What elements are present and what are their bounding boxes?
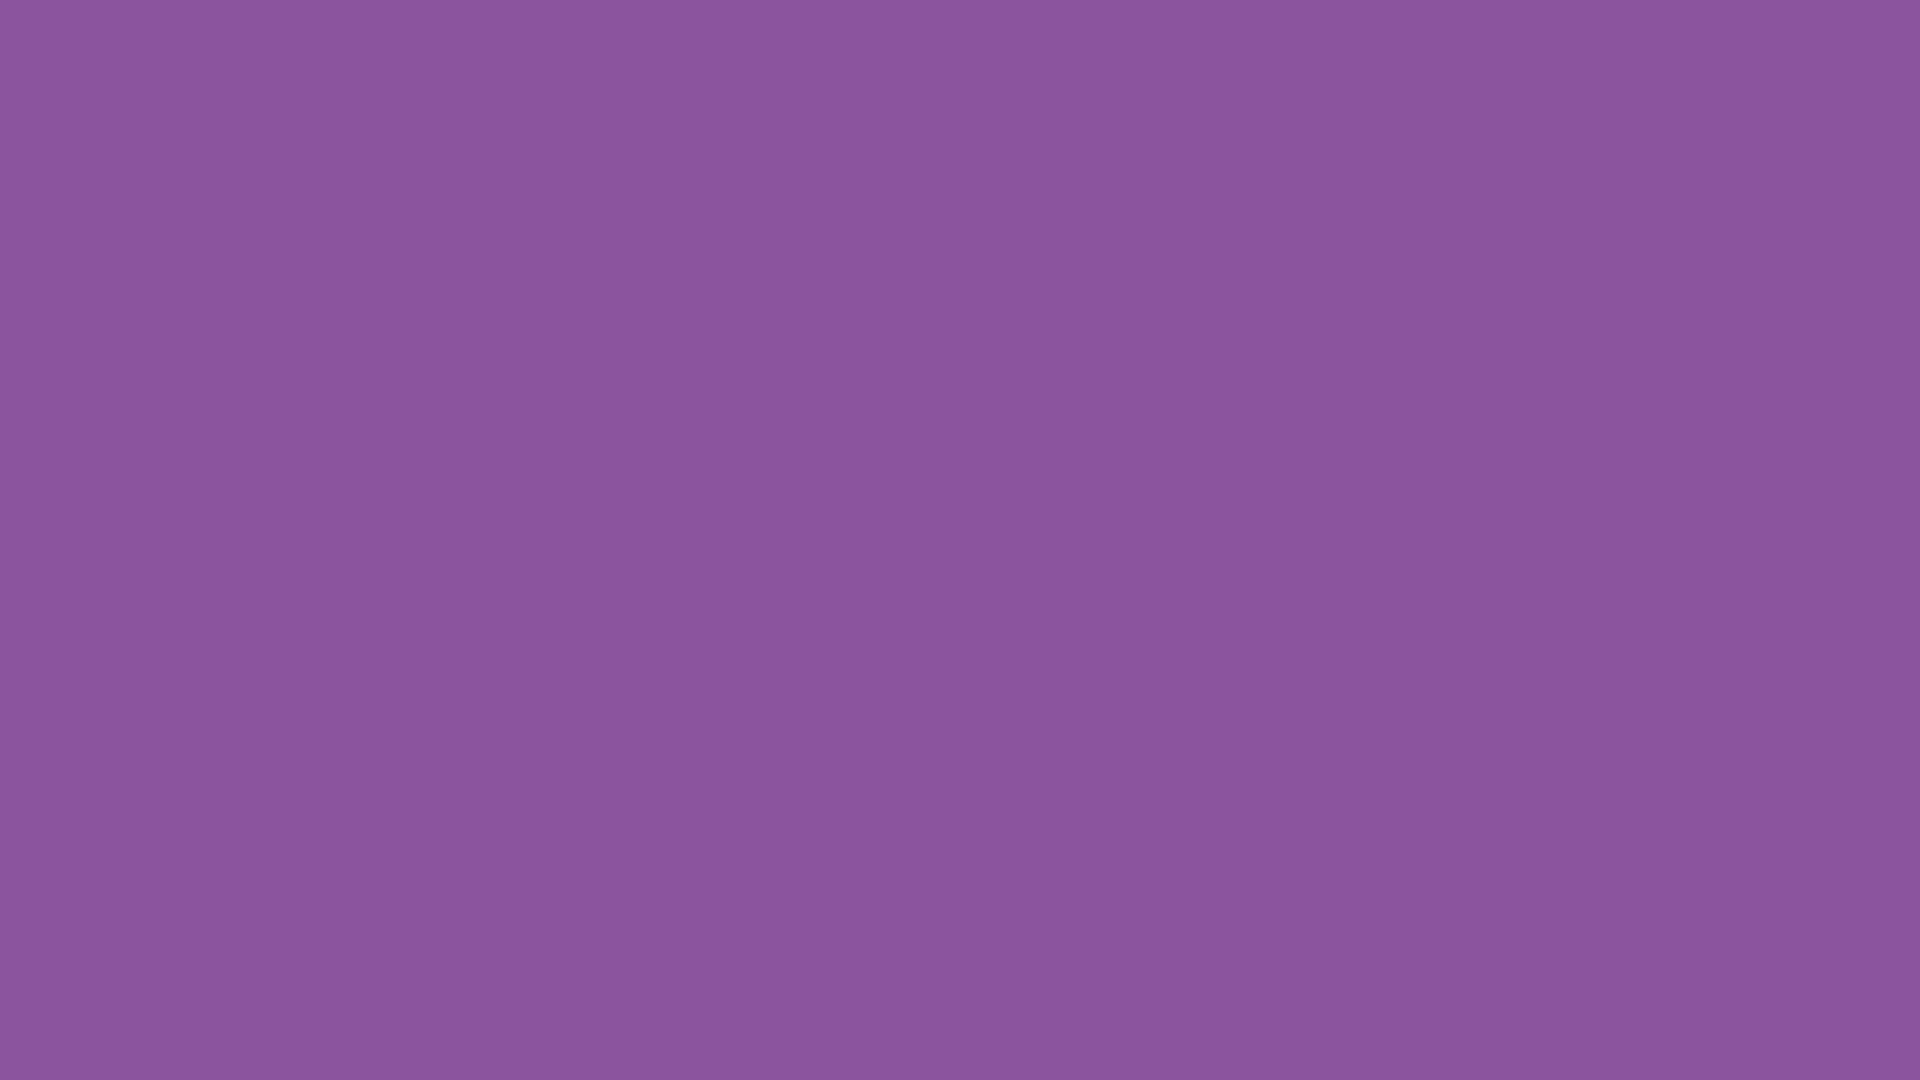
status-time: 9:41 <box>835 242 861 257</box>
tab-apps[interactable]: Apps <box>931 803 990 836</box>
notch <box>895 228 1025 254</box>
tab-label: Apps <box>951 827 969 836</box>
app-subtitle: Paint happy letters. <box>892 760 1017 772</box>
account-avatar[interactable] <box>1062 277 1092 307</box>
get-button[interactable]: GET <box>1029 746 1086 770</box>
tab-today[interactable]: Today <box>813 803 872 836</box>
app-card[interactable]: LP Letter Paint Paint happy letters. GET <box>828 727 1092 789</box>
page-content: Search Discover video calls brain games … <box>813 266 1107 797</box>
discover-item[interactable]: video calls <box>828 398 1092 437</box>
app-name: Egg Collector <box>892 681 1017 697</box>
get-button[interactable]: GET <box>1029 621 1086 645</box>
search-input[interactable] <box>857 325 1065 341</box>
tab-label: Games <box>888 827 914 836</box>
tab-arcade[interactable]: Arcade <box>989 803 1048 836</box>
tab-label: Today <box>832 827 853 836</box>
app-icon-egg-collector <box>834 673 880 719</box>
battery-icon <box>1063 244 1085 255</box>
discover-heading: Discover <box>828 373 1092 394</box>
app-name: Garden <box>892 610 1017 626</box>
phone-screen: 9:41 Search Discover video calls brain g… <box>813 228 1107 853</box>
page-title: Search <box>828 276 926 309</box>
iap-label: In-App Purchases <box>1032 705 1084 712</box>
status-indicators <box>1024 244 1085 255</box>
app-subtitle: Shop our exclusive plants. <box>892 627 1017 639</box>
tab-label: Arcade <box>1006 827 1031 836</box>
layers-icon <box>949 803 971 825</box>
app-card[interactable]: Egg Collector Grab eggs. Get points. GET… <box>828 665 1092 727</box>
rocket-icon <box>890 803 912 825</box>
suggested-heading: Suggested <box>828 577 1092 598</box>
get-button[interactable]: GET <box>1029 679 1086 703</box>
today-icon <box>831 803 853 825</box>
app-card[interactable]: Garden Shop our exclusive plants. Ad GET <box>828 602 1092 665</box>
discover-list: video calls brain games interval trainin… <box>828 398 1092 551</box>
discover-item[interactable]: slideshow maker <box>828 513 1092 551</box>
tab-games[interactable]: Games <box>872 803 931 836</box>
search-icon <box>1067 803 1089 825</box>
app-subtitle: Grab eggs. Get points. <box>892 698 1017 710</box>
search-icon <box>837 326 851 340</box>
app-icon-letter-paint: LP <box>834 735 880 781</box>
app-icon-garden <box>834 610 880 656</box>
app-name: Letter Paint <box>892 743 1017 759</box>
phone-frame: 9:41 Search Discover video calls brain g… <box>805 220 1115 861</box>
ad-badge: Ad <box>892 644 913 655</box>
cellular-icon <box>1024 245 1040 255</box>
discover-item[interactable]: brain games <box>828 437 1092 475</box>
wifi-icon <box>1044 244 1059 255</box>
mic-icon[interactable] <box>1071 325 1083 341</box>
discover-item[interactable]: interval training <box>828 475 1092 513</box>
search-field[interactable] <box>828 319 1092 347</box>
home-indicator[interactable] <box>910 844 1010 848</box>
suggested-list: Garden Shop our exclusive plants. Ad GET… <box>828 602 1092 789</box>
tab-search[interactable]: Search <box>1048 803 1107 836</box>
tab-label: Search <box>1065 827 1090 836</box>
arcade-icon <box>1008 803 1030 825</box>
